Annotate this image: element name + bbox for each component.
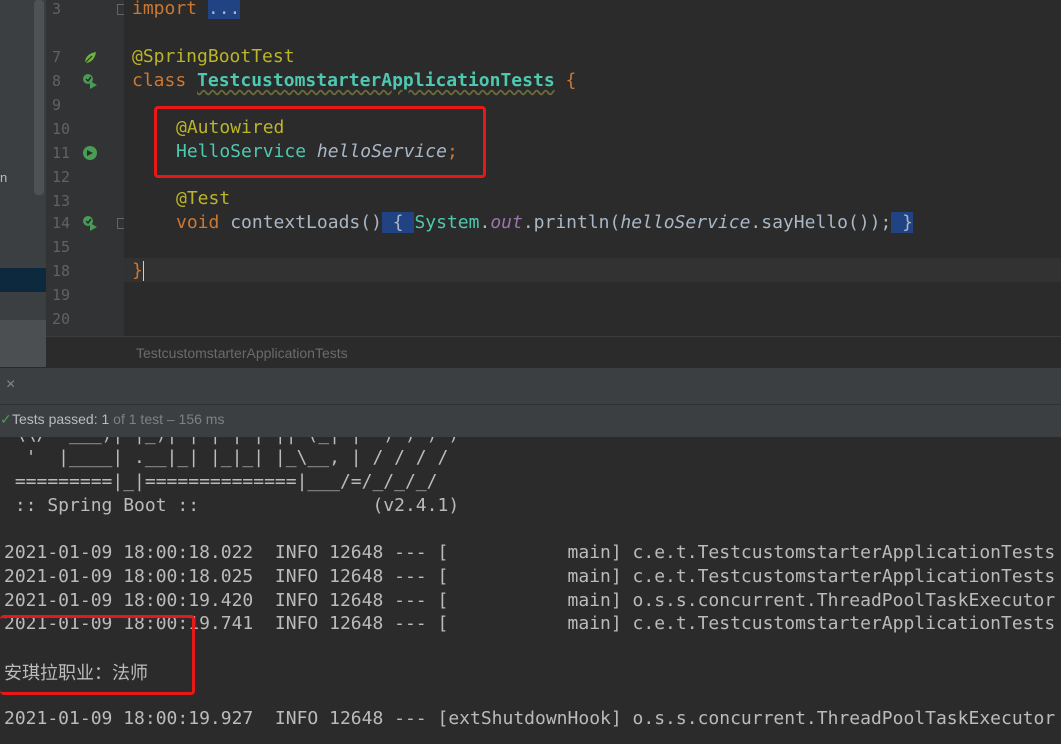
dot: . (479, 212, 491, 233)
project-scrollbar[interactable] (34, 0, 44, 195)
out-field: out (490, 212, 523, 233)
console-line: =========|_|==============|___/=/_/_/_/ (4, 471, 438, 492)
void-keyword: void (176, 212, 220, 233)
run-tool-window-header: × ✓ Tests passed: 1 of 1 test – 156 ms (0, 367, 1061, 438)
console-line: 2021-01-09 18:00:18.022 INFO 12648 --- [… (4, 542, 1056, 563)
breadcrumb-class[interactable]: TestcustomstarterApplicationTests (136, 345, 348, 361)
line-number: 19 (52, 286, 71, 304)
line-number: 9 (52, 96, 62, 114)
println-call: .println( (522, 212, 621, 233)
project-tree-text-fragment: n (0, 170, 8, 185)
console-output[interactable]: \\/ ___)| |_)| | | | | || (_| | ) ) ) ) … (0, 437, 1061, 744)
class-brace-open: { (565, 70, 577, 91)
method-name: contextLoads() (230, 212, 382, 233)
run-test-icon[interactable] (82, 73, 98, 89)
test-status-bar: ✓ Tests passed: 1 of 1 test – 156 ms (0, 404, 1061, 433)
autowired-highlight-box (154, 106, 486, 178)
inline-brace-open[interactable]: { (381, 212, 415, 233)
folded-imports[interactable]: ... (207, 0, 241, 19)
line-number: 14 (52, 214, 71, 232)
console-line: 2021-01-09 18:00:18.025 INFO 12648 --- [… (4, 566, 1056, 587)
close-icon[interactable]: × (6, 376, 15, 394)
run-test-method-icon[interactable] (82, 215, 98, 231)
springboottest-annotation: @SpringBootTest (132, 46, 295, 67)
line-number: 13 (52, 192, 71, 210)
system-class: System (414, 212, 480, 233)
inline-brace-close[interactable]: } (891, 212, 913, 233)
sayhello-call: .sayHello()); (750, 212, 892, 233)
console-line: ' |____| .__|_| |_|_| |_\__, | / / / / (4, 447, 449, 468)
autowired-bean-icon[interactable] (82, 145, 98, 161)
line-number: 8 (52, 72, 62, 90)
line-number: 3 (52, 0, 62, 18)
class-brace-close: } (132, 260, 143, 281)
code-line-9: class TestcustomstarterApplicationTests … (132, 70, 576, 91)
code-line-19: } (132, 260, 144, 281)
line-number: 11 (52, 144, 71, 162)
code-line-15: void contextLoads() { System.out.println… (176, 212, 913, 233)
code-line-8: @SpringBootTest (132, 46, 295, 67)
tests-passed-label: Tests passed: (12, 411, 102, 427)
code-line-3: import ... (132, 0, 241, 19)
console-line: 2021-01-09 18:00:19.927 INFO 12648 --- [… (4, 708, 1056, 729)
import-keyword: import (132, 0, 198, 19)
test-status-text: Tests passed: 1 of 1 test – 156 ms (12, 411, 224, 427)
console-line: 2021-01-09 18:00:19.420 INFO 12648 --- [… (4, 590, 1056, 611)
line-number: 7 (52, 48, 62, 66)
text-caret (142, 261, 144, 281)
tests-passed-rest: of 1 test – 156 ms (109, 411, 225, 427)
line-number: 10 (52, 120, 71, 138)
spring-leaf-icon[interactable] (82, 50, 98, 66)
line-number: 18 (52, 262, 71, 280)
test-annotation: @Test (176, 188, 231, 209)
line-number: 15 (52, 238, 71, 256)
console-line: :: Spring Boot :: (v2.4.1) (4, 495, 460, 516)
class-keyword: class (132, 70, 187, 91)
output-highlight-box (0, 615, 195, 695)
console-line: \\/ ___)| |_)| | | | | || (_| | ) ) ) ) (4, 437, 459, 445)
line-number: 12 (52, 168, 71, 186)
code-line-14: @Test (176, 188, 230, 209)
project-panel-lower (0, 320, 46, 367)
caret-line-highlight (124, 258, 1061, 282)
editor-breadcrumb[interactable]: TestcustomstarterApplicationTests (46, 336, 1061, 368)
check-icon: ✓ (0, 411, 12, 427)
line-number: 20 (52, 310, 71, 328)
project-panel-strip: n (0, 0, 46, 367)
class-name: TestcustomstarterApplicationTests (197, 70, 555, 91)
helloservice-ref: helloService (620, 212, 751, 233)
project-tree-selected-row[interactable] (0, 268, 46, 292)
